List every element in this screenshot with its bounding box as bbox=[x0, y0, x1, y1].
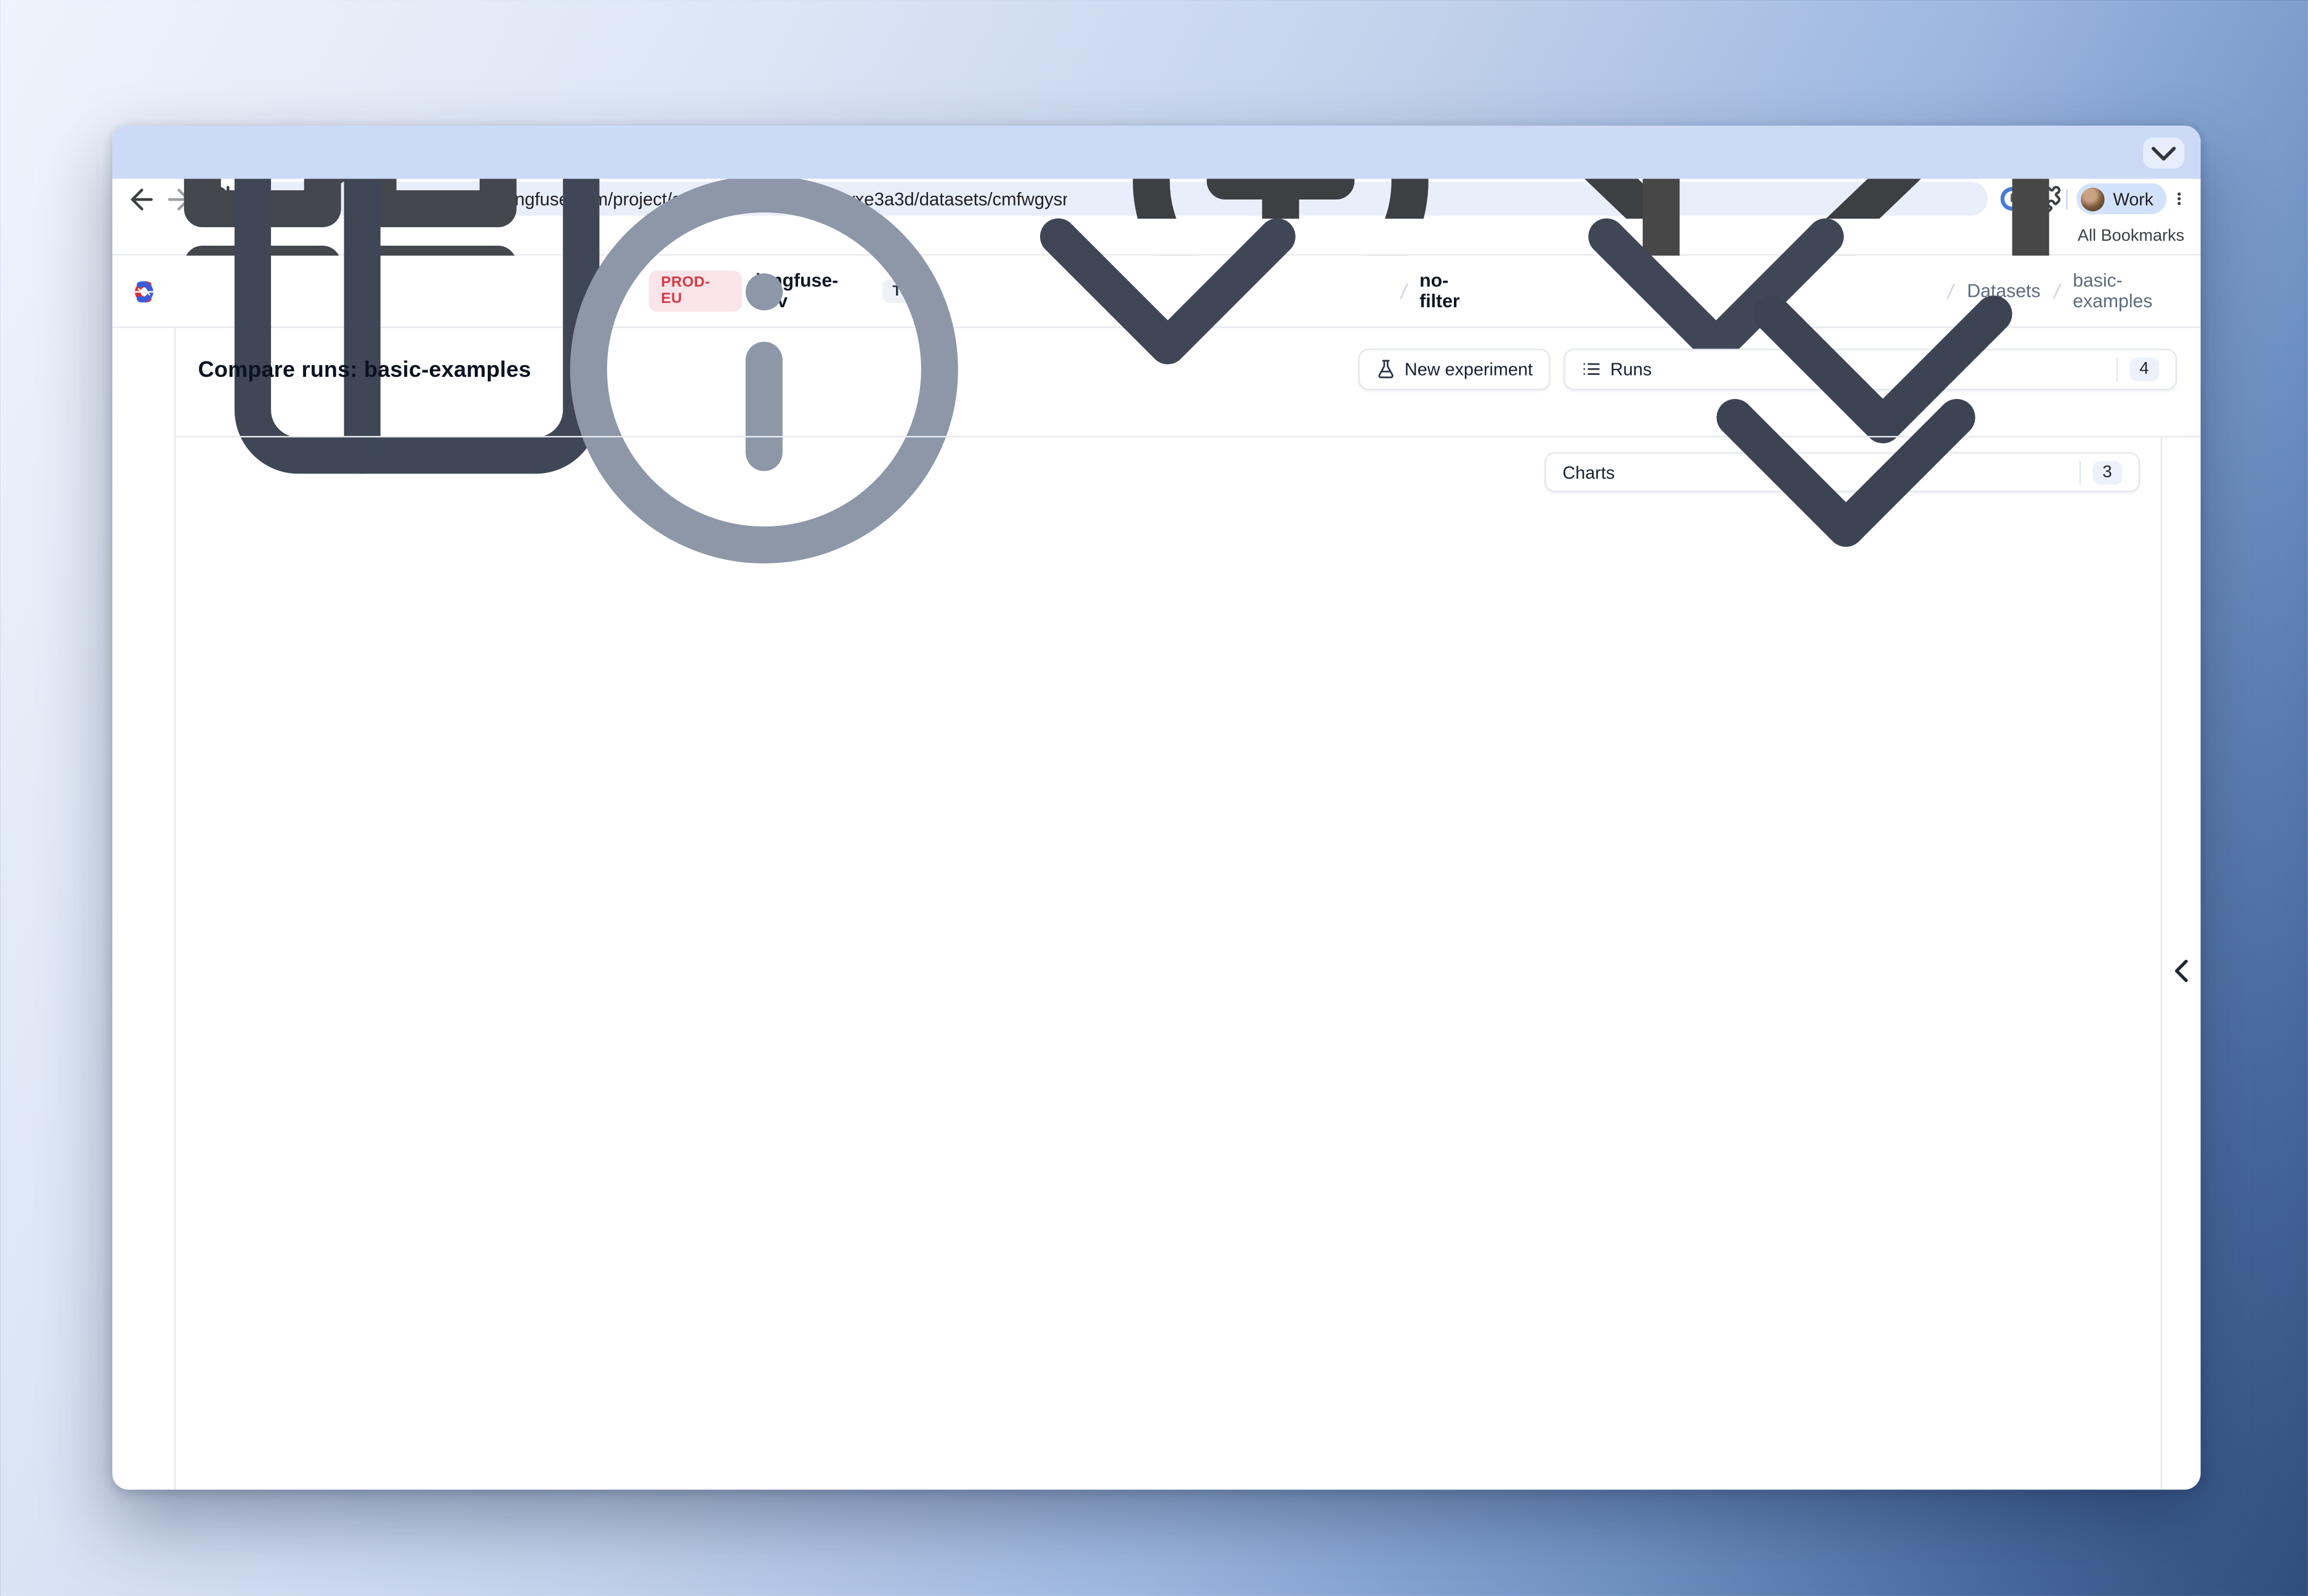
charts-count-badge: 3 bbox=[2092, 461, 2122, 484]
button-divider bbox=[2116, 358, 2117, 381]
minimize-window-button[interactable] bbox=[167, 145, 183, 161]
list-icon bbox=[1581, 360, 1601, 379]
charts-dropdown-label: Charts bbox=[1562, 462, 1615, 483]
main-content: Compare runs: basic-examples New experim… bbox=[176, 328, 2201, 1489]
zoom-window-button[interactable] bbox=[195, 145, 211, 161]
browser-tab-strip bbox=[112, 126, 2200, 179]
chevron-down-icon bbox=[2143, 132, 2184, 174]
desktop: cloud.langfuse.com/project/cmfwgv8fx002o… bbox=[0, 0, 2308, 1596]
panel-collapse-gutter bbox=[2162, 437, 2200, 1489]
new-experiment-button[interactable]: New experiment bbox=[1358, 349, 1550, 390]
sidebar-logo-cell bbox=[112, 256, 176, 326]
button-divider bbox=[2079, 461, 2080, 484]
charts-panel: Charts 3 bbox=[176, 437, 2163, 1489]
sidebar-rail bbox=[112, 328, 176, 1489]
new-experiment-label: New experiment bbox=[1405, 359, 1533, 380]
breadcrumb-slash: / bbox=[1398, 280, 1408, 303]
page-title: Compare runs: basic-examples bbox=[198, 357, 531, 382]
runs-count-badge: 4 bbox=[2129, 358, 2159, 381]
browser-window: cloud.langfuse.com/project/cmfwgv8fx002o… bbox=[112, 126, 2200, 1489]
chevron-down-icon bbox=[1624, 251, 2067, 694]
tab-search-button[interactable] bbox=[2143, 137, 2184, 168]
langfuse-app: PROD-EU langfuse-dev Team / no-filter / … bbox=[112, 256, 2200, 1489]
langfuse-logo-icon[interactable] bbox=[129, 276, 159, 307]
window-controls bbox=[139, 145, 212, 161]
charts-dropdown-button[interactable]: Charts 3 bbox=[1545, 452, 2141, 492]
flask-icon bbox=[1376, 360, 1395, 379]
collapse-panel-icon[interactable] bbox=[2162, 452, 2200, 1489]
tabs-row bbox=[236, 126, 2059, 179]
project-name[interactable]: no-filter bbox=[1419, 270, 1488, 312]
close-window-button[interactable] bbox=[139, 145, 155, 161]
